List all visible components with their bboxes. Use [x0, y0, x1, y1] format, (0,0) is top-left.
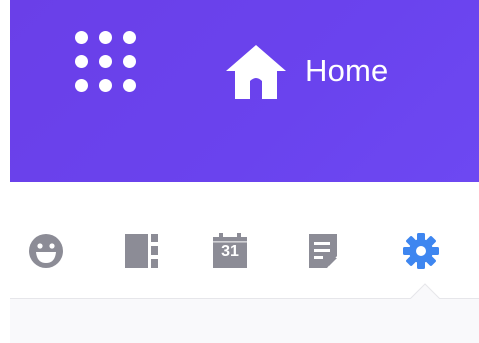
- calendar-day: 31: [221, 243, 239, 260]
- emoji-button[interactable]: [27, 232, 65, 270]
- notes-icon: [309, 234, 337, 268]
- home-icon: [226, 45, 286, 99]
- panels-button[interactable]: [123, 232, 161, 270]
- app-window: Home 31: [0, 0, 479, 343]
- left-edge: [0, 0, 10, 343]
- panel-layout-icon: [125, 234, 158, 268]
- notes-button[interactable]: [305, 232, 343, 270]
- apps-grid-icon[interactable]: [75, 31, 145, 101]
- home-label: Home: [305, 53, 389, 88]
- settings-button[interactable]: [402, 232, 440, 270]
- top-bar: Home: [10, 0, 479, 182]
- settings-dropdown-panel: [10, 298, 479, 343]
- calendar-button[interactable]: 31: [211, 232, 249, 270]
- emoji-icon: [29, 234, 63, 268]
- home-link[interactable]: Home: [224, 36, 389, 106]
- dropdown-pointer: [410, 283, 440, 299]
- gear-icon: [403, 233, 439, 269]
- toolbar: 31: [10, 182, 479, 299]
